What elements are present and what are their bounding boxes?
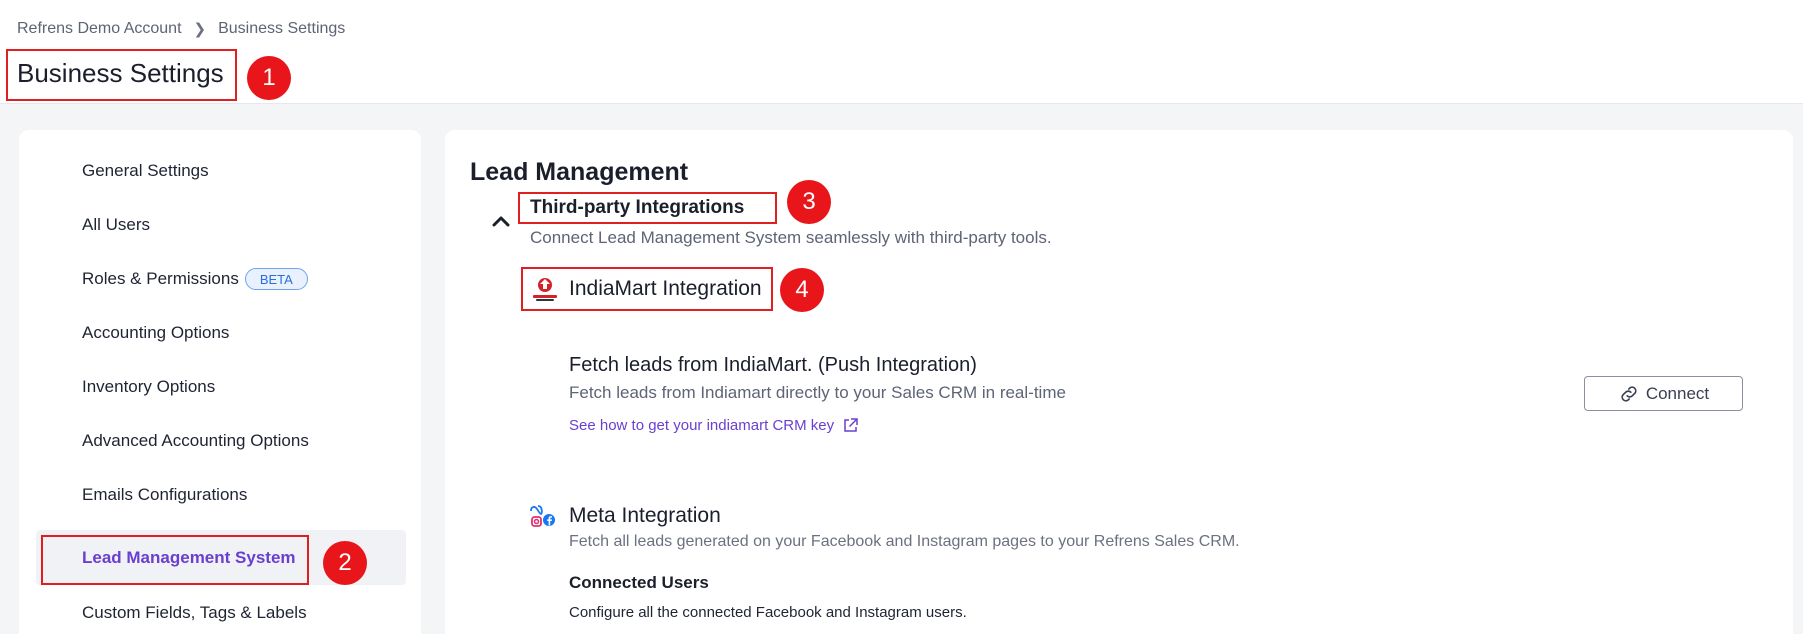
section-title: Lead Management [470, 158, 689, 186]
chevron-right-icon: ❯ [193, 21, 207, 38]
indiamart-crm-key-link[interactable]: See how to get your indiamart CRM key [569, 417, 859, 434]
sidebar-item-custom-fields-tags-labels[interactable]: Custom Fields, Tags & Labels [36, 585, 406, 634]
sidebar-item-all-users[interactable]: All Users [36, 197, 406, 252]
sidebar-item-label: Advanced Accounting Options [82, 430, 309, 450]
annotation-box-1 [6, 49, 237, 101]
annotation-box-3 [518, 192, 777, 224]
meta-logo-icon [530, 505, 555, 527]
annotation-box-4 [521, 267, 773, 311]
annotation-marker-4: 4 [780, 268, 824, 312]
indiamart-fetch-title: Fetch leads from IndiaMart. (Push Integr… [569, 354, 977, 376]
crm-key-link-label: See how to get your indiamart CRM key [569, 417, 835, 434]
third-party-integrations-description: Connect Lead Management System seamlessl… [530, 228, 1052, 247]
meta-integration-title: Meta Integration [569, 504, 721, 527]
sidebar-item-label: Roles & Permissions [82, 268, 239, 288]
link-icon [1621, 385, 1637, 402]
sidebar-item-emails-configurations[interactable]: Emails Configurations [36, 467, 406, 522]
chevron-up-icon[interactable] [490, 210, 512, 232]
annotation-marker-3: 3 [787, 180, 831, 224]
breadcrumb: Refrens Demo Account ❯ Business Settings [17, 20, 345, 38]
sidebar-item-inventory-options[interactable]: Inventory Options [36, 359, 406, 414]
connect-button-label: Connect [1645, 383, 1710, 403]
external-link-icon [844, 418, 858, 432]
breadcrumb-item-current: Business Settings [218, 20, 346, 37]
beta-badge: BETA [244, 267, 308, 290]
sidebar-item-label: Emails Configurations [82, 484, 248, 504]
annotation-marker-1: 1 [247, 56, 291, 100]
sidebar-item-accounting-options[interactable]: Accounting Options [36, 305, 406, 360]
connected-users-title: Connected Users [569, 573, 709, 592]
sidebar-item-roles-permissions[interactable]: Roles & Permissions BETA [36, 251, 406, 306]
connect-button[interactable]: Connect [1584, 376, 1743, 411]
breadcrumb-item-account[interactable]: Refrens Demo Account [17, 20, 182, 38]
sidebar-item-advanced-accounting-options[interactable]: Advanced Accounting Options [36, 413, 406, 468]
annotation-marker-2: 2 [323, 541, 367, 585]
connected-users-description: Configure all the connected Facebook and… [569, 604, 967, 621]
indiamart-fetch-description: Fetch leads from Indiamart directly to y… [569, 383, 1066, 402]
sidebar-item-label: All Users [82, 214, 151, 234]
sidebar-item-label: Inventory Options [82, 376, 216, 396]
sidebar-item-label: General Settings [82, 160, 209, 180]
meta-integration-description: Fetch all leads generated on your Facebo… [569, 533, 1240, 550]
sidebar-item-label: Custom Fields, Tags & Labels [82, 602, 307, 622]
sidebar-item-general-settings[interactable]: General Settings [36, 143, 406, 198]
annotation-box-2 [41, 535, 309, 585]
sidebar-item-label: Accounting Options [82, 322, 230, 342]
